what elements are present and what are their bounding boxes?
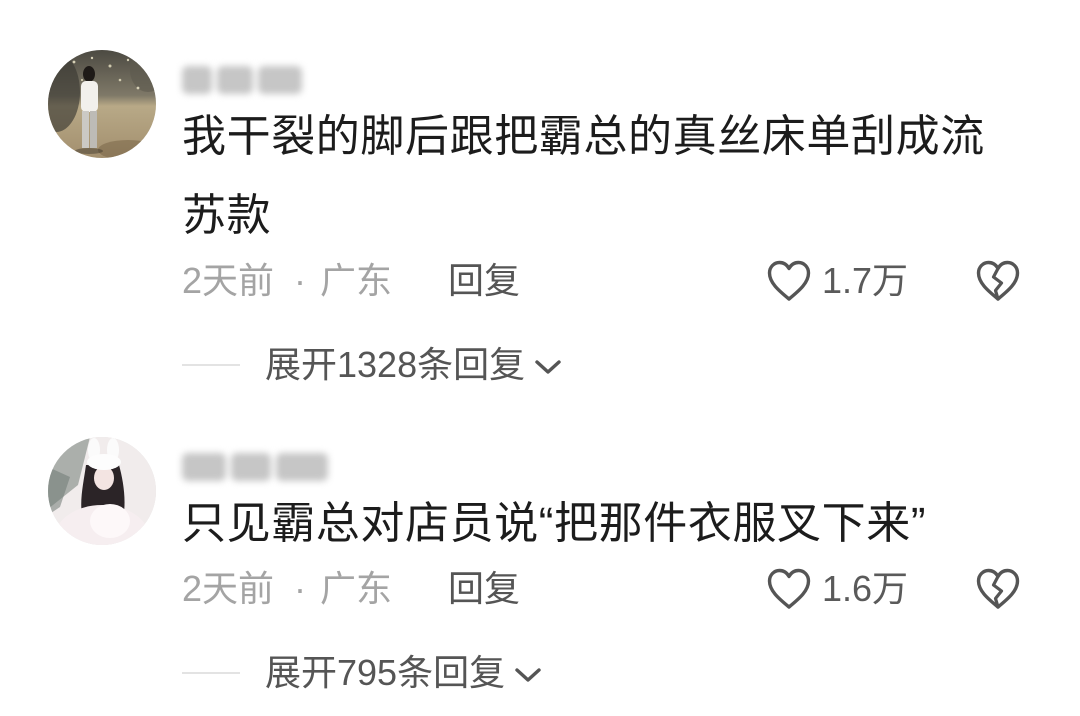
like-count: 1.7万	[822, 260, 909, 301]
comment-location: 广东	[320, 260, 393, 301]
expand-replies-row: 展开795条回复	[182, 651, 1032, 695]
expand-replies-label: 展开1328条回复	[265, 344, 526, 385]
expand-replies-button[interactable]: 展开795条回复	[265, 651, 543, 695]
comment-meta: 2天前 · 广东 回复 1.7万	[182, 259, 1032, 303]
reply-button[interactable]: 回复	[448, 259, 520, 303]
reply-button[interactable]: 回复	[448, 567, 520, 611]
avatar[interactable]	[48, 50, 156, 158]
meta-separator: ·	[294, 568, 306, 609]
broken-heart-icon	[976, 260, 1020, 301]
comment-meta: 2天前 · 广东 回复 1.6万	[182, 567, 1032, 611]
avatar[interactable]	[48, 437, 156, 545]
chevron-down-icon	[515, 668, 541, 682]
avatar-image	[48, 50, 156, 158]
username[interactable]	[182, 62, 302, 98]
dislike-button[interactable]	[975, 567, 1021, 611]
expand-replies-row: 展开1328条回复	[182, 343, 1032, 387]
like-button[interactable]: 1.6万	[766, 567, 916, 611]
heart-icon	[767, 260, 811, 301]
expand-replies-button[interactable]: 展开1328条回复	[265, 343, 563, 387]
like-button[interactable]: 1.7万	[766, 259, 916, 303]
divider-line	[182, 364, 240, 366]
expand-replies-label: 展开795条回复	[265, 652, 506, 693]
comment-item: 我干裂的脚后跟把霸总的真丝床单刮成流苏款 2天前 · 广东 回复 1.7万 展开…	[0, 50, 1080, 387]
like-count: 1.6万	[822, 568, 909, 609]
comment-location: 广东	[320, 568, 393, 609]
comment-time: 2天前	[182, 260, 275, 301]
avatar-image	[48, 437, 156, 545]
heart-icon	[767, 568, 811, 609]
comment-text: 我干裂的脚后跟把霸总的真丝床单刮成流苏款	[182, 112, 985, 240]
comment-text: 只见霸总对店员说“把那件衣服叉下来”	[182, 499, 927, 548]
comment-item: 只见霸总对店员说“把那件衣服叉下来” 2天前 · 广东 回复 1.6万 展开79…	[0, 437, 1080, 695]
broken-heart-icon	[976, 568, 1020, 609]
meta-separator: ·	[294, 260, 306, 301]
dislike-button[interactable]	[975, 259, 1021, 303]
divider-line	[182, 672, 240, 674]
username[interactable]	[182, 449, 328, 485]
chevron-down-icon	[535, 360, 561, 374]
comment-time: 2天前	[182, 568, 275, 609]
